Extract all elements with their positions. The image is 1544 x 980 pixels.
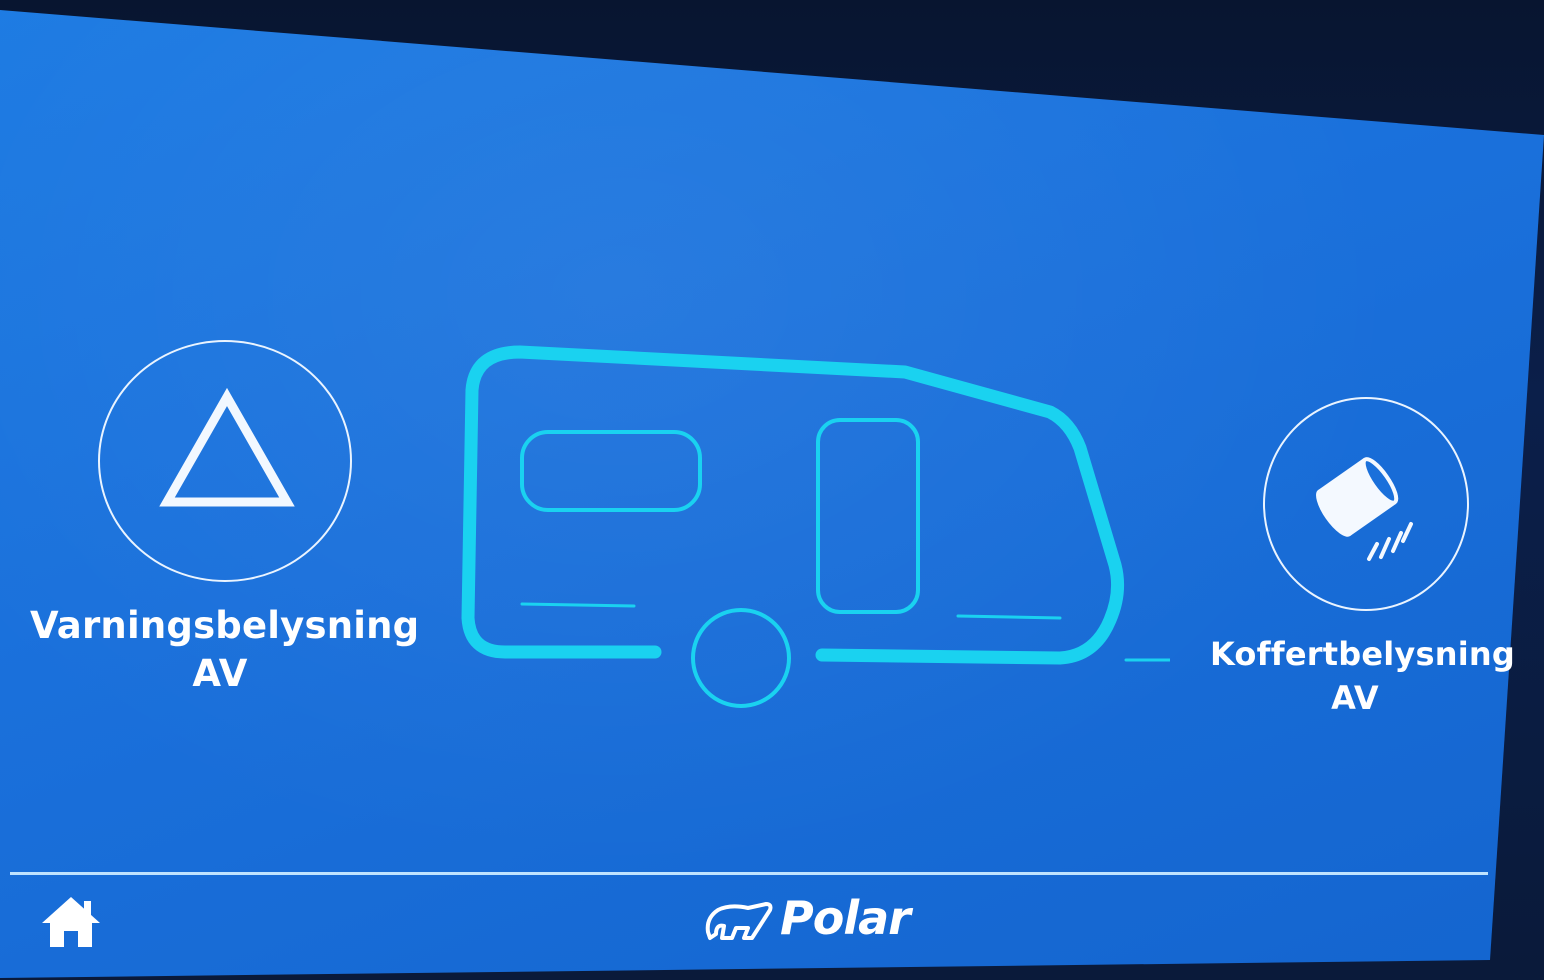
warning-light-label: Varningsbelysning AV (30, 602, 420, 698)
warning-light-button[interactable] (98, 340, 352, 582)
caravan-illustration (461, 345, 1170, 708)
home-icon (42, 897, 100, 947)
trunk-light-title: Koffertbelysning (1210, 635, 1515, 673)
caravan-stripe-right (956, 614, 1062, 620)
trunk-light-button[interactable] (1263, 397, 1469, 611)
warning-light-title: Varningsbelysning (30, 604, 420, 647)
brand-logo: Polar (704, 888, 911, 948)
brand-name: Polar (780, 891, 911, 945)
lamp-icon (1316, 457, 1413, 561)
caravan-window (520, 430, 702, 512)
footer-divider (10, 872, 1488, 875)
warning-triangle-icon (159, 387, 295, 507)
warning-light-status: AV (192, 652, 248, 695)
caravan-wheel (691, 608, 791, 708)
trunk-light-label: Koffertbelysning AV (1210, 632, 1515, 720)
polar-bear-logo (705, 902, 773, 940)
caravan-door (816, 418, 920, 614)
caravan-body-outline (461, 345, 1125, 665)
home-button[interactable] (38, 893, 104, 951)
caravan-stripe-left (520, 602, 636, 608)
trunk-light-status: AV (1331, 679, 1379, 717)
